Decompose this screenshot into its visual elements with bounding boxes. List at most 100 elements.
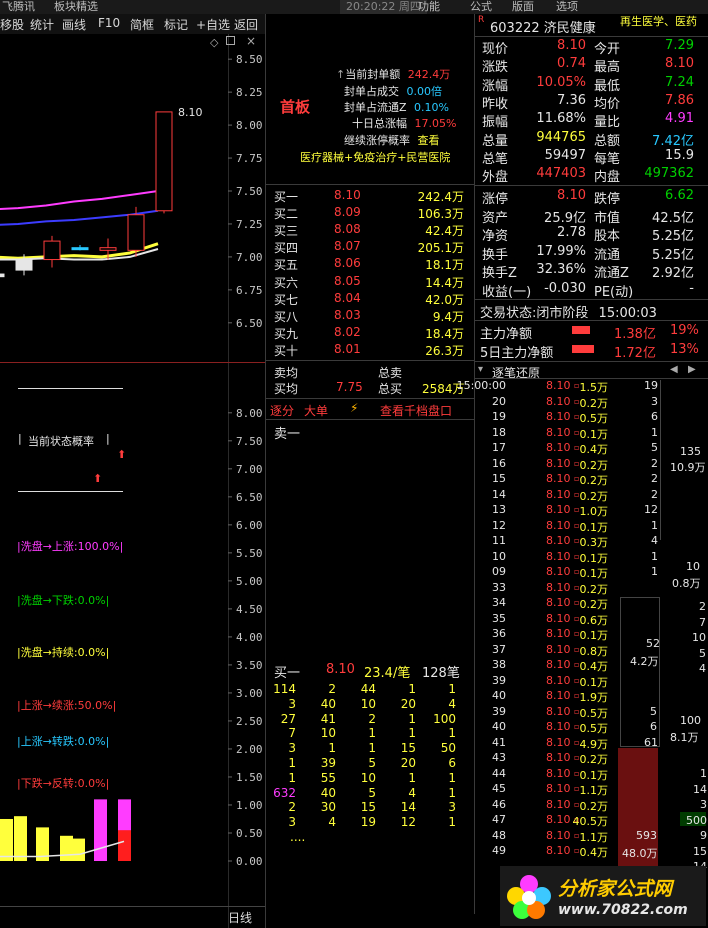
- stock-code-name: 603222 济民健康: [490, 21, 596, 36]
- tab-thousand-depth[interactable]: 查看千档盘口: [380, 402, 452, 419]
- queue-cell: 14: [400, 800, 416, 815]
- y-tick-label: 4.00: [236, 631, 263, 644]
- expand-icon[interactable]: ▾: [478, 364, 483, 375]
- tick-row: 40 8.10 ▫ 1.9万: [478, 689, 658, 704]
- tick-count: 1: [651, 425, 658, 439]
- tick-volume: 0.2万: [579, 753, 609, 766]
- tick-row: 10 8.10 ▫ 0.1万 1: [478, 550, 658, 565]
- toolbar-mark[interactable]: 标记: [164, 16, 188, 33]
- prev-icon[interactable]: ◀: [670, 364, 678, 375]
- queue-cell: 1: [448, 682, 456, 696]
- menu-item-formula[interactable]: 公式: [470, 0, 492, 14]
- bid-row[interactable]: 买五 8.06 18.1万: [274, 256, 470, 272]
- bid-row[interactable]: 买六 8.05 14.4万: [274, 274, 470, 290]
- candle-body[interactable]: [127, 214, 145, 251]
- tick-volume: 0.4万: [579, 660, 609, 673]
- r-marker: R: [478, 15, 485, 25]
- quote-label: 总笔: [482, 151, 509, 167]
- tick-count: 2: [651, 472, 658, 485]
- period-label[interactable]: 日线: [228, 909, 252, 926]
- tick-time: 13: [492, 503, 506, 516]
- continue-prob-link[interactable]: 查看: [418, 134, 440, 147]
- quote-label: 今开: [594, 42, 621, 57]
- candle-body[interactable]: [99, 247, 117, 251]
- queue-cell: 1: [408, 682, 416, 696]
- queue-cell: 15: [400, 741, 416, 756]
- toolbar-stats[interactable]: 统计: [30, 16, 54, 33]
- quote-row: 净资 2.78 股本 5.25亿: [480, 225, 706, 244]
- menu-item-layout[interactable]: 版面: [512, 0, 534, 14]
- quote-value: 7.42亿: [652, 133, 694, 149]
- quote-value: 10.05%: [536, 74, 586, 90]
- queue-cell: 1: [448, 815, 456, 830]
- tick-time: 18: [492, 425, 506, 439]
- y-tick-label: 8.25: [236, 86, 263, 99]
- y-tick-label: 7.75: [236, 152, 263, 165]
- toolbar-simple[interactable]: 简框: [130, 16, 154, 33]
- indicator-box-top: [18, 388, 123, 389]
- candle-body[interactable]: [43, 240, 61, 261]
- quote-label: 跌停: [594, 192, 621, 207]
- toolbar-add-watch[interactable]: +自选: [196, 16, 230, 33]
- quote-value: 5.25亿: [652, 247, 694, 263]
- bid-row[interactable]: 买三 8.08 42.4万: [274, 222, 470, 238]
- tick-time: 45: [492, 782, 506, 795]
- quote-label: 均价: [594, 96, 621, 112]
- quote-label: 最高: [594, 60, 621, 76]
- queue-cell: 1: [408, 770, 416, 785]
- tab-big-order[interactable]: 大单: [304, 402, 328, 419]
- queue-row: 27 41 2 1 100: [278, 712, 468, 727]
- app-subtitle: 板块精选: [54, 0, 98, 13]
- bid-row[interactable]: 买十 8.01 26.3万: [274, 342, 470, 358]
- bid-price: 8.04: [334, 290, 361, 305]
- bid-row[interactable]: 买九 8.02 18.4万: [274, 325, 470, 341]
- orderbook-top-line: [266, 184, 474, 185]
- tick-time: 10: [492, 549, 506, 563]
- tick-time: 37: [492, 642, 506, 656]
- queue-cell: 40: [320, 696, 336, 711]
- candle-body[interactable]: [155, 111, 173, 212]
- candlestick-chart[interactable]: 8.50 8.25 8.00 7.75 7.50 7.25 7.00 6.75 6.50 8.10: [0, 36, 265, 362]
- y-tick-label: 7.00: [236, 251, 263, 264]
- ticks-header-line: [475, 361, 708, 362]
- y-tick-label: 2.00: [236, 743, 263, 756]
- queue-more[interactable]: ....: [290, 830, 305, 844]
- tick-volume: 0.1万: [579, 629, 609, 642]
- candle-body[interactable]: [15, 259, 33, 271]
- watermark-banner: 分析家公式网 www.70822.com: [500, 866, 706, 926]
- buy-avg-row: 买均 7.75 总买 2584万: [274, 380, 465, 396]
- quote-flow-line: [475, 320, 708, 321]
- y-tick-label: 6.50: [236, 317, 263, 330]
- bid-row[interactable]: 买七 8.04 42.0万: [274, 291, 470, 307]
- bid-row[interactable]: 买一 8.10 242.4万: [274, 188, 470, 204]
- queue-cell: 5: [368, 785, 376, 800]
- tick-volume: 0.1万: [579, 520, 609, 534]
- tick-count: 1: [651, 518, 658, 532]
- toolbar-draw[interactable]: 画线: [62, 16, 86, 33]
- bid-row[interactable]: 买二 8.09 106.3万: [274, 205, 470, 221]
- queue-cell: 39: [320, 756, 336, 770]
- quote-label: 涨停: [482, 192, 509, 207]
- y-tick-label: 7.00: [236, 463, 263, 476]
- bid-row[interactable]: 买八 8.03 9.4万: [274, 308, 470, 324]
- candle-body[interactable]: [71, 247, 89, 251]
- candle-body[interactable]: [0, 273, 5, 278]
- toolbar-f10[interactable]: F10: [98, 16, 120, 30]
- tick-time: 44: [492, 766, 506, 780]
- bid-price: 8.08: [334, 222, 361, 237]
- next-icon[interactable]: ▶: [688, 364, 696, 375]
- bid-row[interactable]: 买四 8.07 205.1万: [274, 239, 470, 255]
- toolbar-move-stock[interactable]: 移股: [0, 16, 24, 33]
- flower-logo-icon: [507, 875, 551, 919]
- bid-volume: 205.1万: [417, 241, 464, 256]
- tick-side-c2a: 10: [686, 560, 700, 573]
- tab-by-minute[interactable]: 逐分: [270, 402, 294, 419]
- indicator-title: 当前状态概率: [28, 435, 94, 448]
- indicator-bar: [14, 816, 27, 861]
- toolbar-back[interactable]: 返回: [234, 16, 258, 33]
- menu-item-function[interactable]: 功能: [418, 0, 440, 14]
- tick-time: 17: [492, 441, 506, 454]
- menu-item-options[interactable]: 选项: [556, 0, 578, 14]
- prob-up-continue: |上涨→续涨:50.0%|: [17, 699, 117, 712]
- queue-cell: 1: [448, 726, 456, 741]
